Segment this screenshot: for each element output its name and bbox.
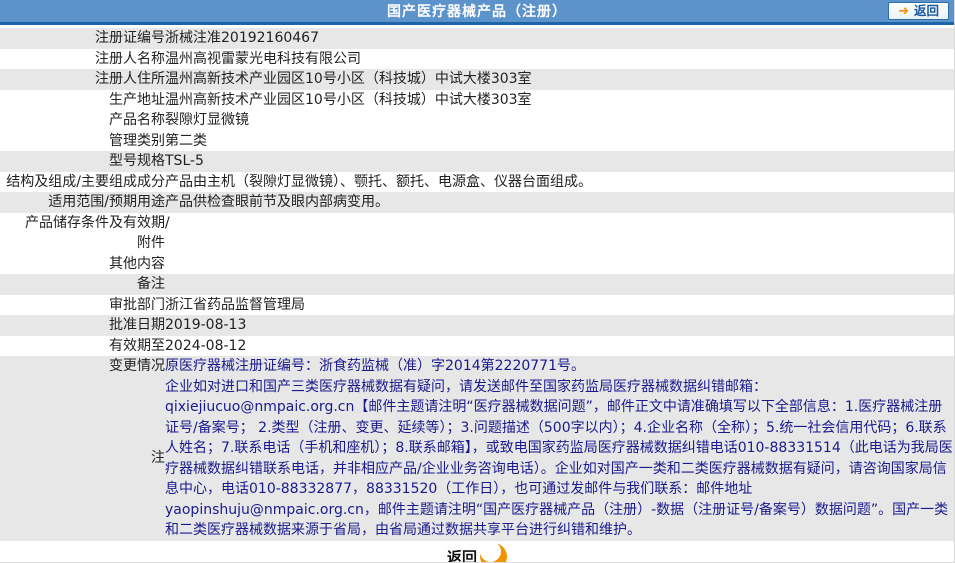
page-title: 国产医疗器械产品（注册） <box>387 4 567 20</box>
field-label: 其他内容 <box>109 255 165 272</box>
field-label: 注册人名称 <box>95 50 165 67</box>
table-row: 审批部门 浙江省药品监督管理局 <box>0 295 954 316</box>
field-value <box>165 233 954 254</box>
field-label: 管理类别 <box>109 132 165 149</box>
field-label: 审批部门 <box>109 296 165 313</box>
field-label: 生产地址 <box>109 91 165 108</box>
field-value <box>165 254 954 275</box>
field-value: 温州高视雷蒙光电科技有限公司 <box>165 50 361 67</box>
table-row: 有效期至 2024-08-12 <box>0 336 954 357</box>
field-value: 温州高新技术产业园区10号小区（科技城）中试大楼303室 <box>165 71 532 87</box>
field-value <box>165 274 954 295</box>
right-arrow-icon: ➜ <box>898 3 909 19</box>
header-back-label: 返回 <box>913 2 939 18</box>
table-row: 产品名称 裂隙灯显微镜 <box>0 110 954 131</box>
footer-back-button[interactable]: 返回 <box>447 540 507 563</box>
table-row: 生产地址 温州高新技术产业园区10号小区（科技城）中试大楼303室 <box>0 90 954 111</box>
table-row: 注 企业如对进口和国产三类医疗器械数据有疑问，请发送邮件至国家药监局医疗器械数据… <box>0 376 954 541</box>
footer: 返回 <box>0 540 954 563</box>
table-row: 备注 <box>0 274 954 295</box>
field-value: 裂隙灯显微镜 <box>165 112 249 128</box>
field-label: 变更情况 <box>109 358 165 374</box>
field-value: 浙械注准20192160467 <box>165 30 319 46</box>
table-row: 变更情况 原医疗器械注册证编号：浙食药监械（准）字2014第2220771号。 <box>0 356 954 377</box>
field-value: 2024-08-12 <box>165 337 247 354</box>
field-value: 温州高新技术产业园区10号小区（科技城）中试大楼303室 <box>165 91 532 108</box>
field-label: 备注 <box>137 276 165 292</box>
field-label: 附件 <box>137 235 165 251</box>
table-row: 注册人名称 温州高视雷蒙光电科技有限公司 <box>0 49 954 70</box>
crescent-icon <box>480 540 507 562</box>
table-row: 适用范围/预期用途 产品供检查眼前节及眼内部病变用。 <box>0 192 954 213</box>
field-label: 注册人住所 <box>95 71 165 87</box>
table-row: 型号规格 TSL-5 <box>0 151 954 172</box>
table-row: 其他内容 <box>0 254 954 275</box>
header-back-button[interactable]: ➜ 返回 <box>888 2 949 20</box>
field-label: 批准日期 <box>109 317 165 333</box>
table-row: 附件 <box>0 233 954 254</box>
registration-table-body: 注册证编号 浙械注准20192160467 注册人名称 温州高视雷蒙光电科技有限… <box>0 28 954 541</box>
crescent-icon-inner <box>480 540 501 562</box>
field-label: 注册证编号 <box>95 30 165 46</box>
field-value: 产品供检查眼前节及眼内部病变用。 <box>165 194 389 210</box>
field-label: 型号规格 <box>109 153 165 169</box>
field-value: / <box>165 214 170 231</box>
field-value: TSL-5 <box>165 153 204 169</box>
table-row: 注册人住所 温州高新技术产业园区10号小区（科技城）中试大楼303室 <box>0 69 954 90</box>
field-label: 注 <box>151 450 165 467</box>
table-row: 注册证编号 浙械注准20192160467 <box>0 28 954 49</box>
table-row: 结构及组成/主要组成成分 产品由主机（裂隙灯显微镜）、颚托、额托、电源盒、仪器台… <box>0 172 954 193</box>
field-value: 企业如对进口和国产三类医疗器械数据有疑问，请发送邮件至国家药监局医疗器械数据纠错… <box>165 378 953 539</box>
field-label: 有效期至 <box>109 337 165 354</box>
field-label: 结构及组成/主要组成成分 <box>6 173 165 190</box>
page-header: 国产医疗器械产品（注册） ➜ 返回 <box>0 0 954 25</box>
registration-table: 注册证编号 浙械注准20192160467 注册人名称 温州高视雷蒙光电科技有限… <box>0 28 954 541</box>
table-row: 管理类别 第二类 <box>0 131 954 152</box>
field-value: 浙江省药品监督管理局 <box>165 296 305 313</box>
table-row: 产品储存条件及有效期 / <box>0 213 954 234</box>
field-label: 产品名称 <box>109 112 165 128</box>
table-row: 批准日期 2019-08-13 <box>0 315 954 336</box>
footer-back-label: 返回 <box>447 548 478 563</box>
registration-detail-page: 国产医疗器械产品（注册） ➜ 返回 注册证编号 浙械注准20192160467 … <box>0 0 955 563</box>
field-value: 2019-08-13 <box>165 317 247 333</box>
field-value: 原医疗器械注册证编号：浙食药监械（准）字2014第2220771号。 <box>165 358 585 374</box>
field-label: 产品储存条件及有效期 <box>25 214 165 231</box>
field-value: 第二类 <box>165 132 207 149</box>
field-value: 产品由主机（裂隙灯显微镜）、颚托、额托、电源盒、仪器台面组成。 <box>165 173 592 190</box>
field-label: 适用范围/预期用途 <box>48 194 165 210</box>
